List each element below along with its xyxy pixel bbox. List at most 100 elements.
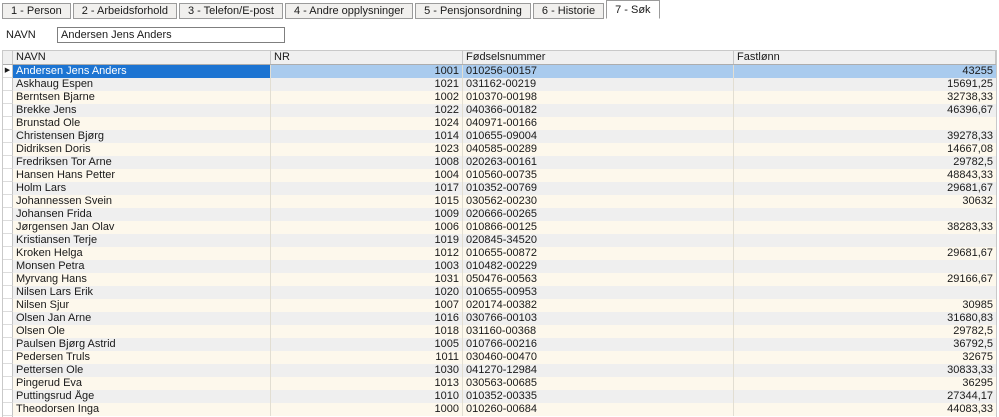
cell-nr[interactable]: 1014 <box>271 130 463 143</box>
column-header-fastlonn[interactable]: Fastlønn <box>734 51 996 64</box>
cell-nr[interactable]: 1018 <box>271 325 463 338</box>
cell-fodselsnummer[interactable]: 040971-00166 <box>463 117 734 130</box>
cell-fastlonn[interactable]: 39278,33 <box>734 130 996 143</box>
cell-navn[interactable]: Theodorsen Inga <box>13 403 271 416</box>
cell-fastlonn[interactable] <box>734 234 996 247</box>
cell-fastlonn[interactable] <box>734 260 996 273</box>
row-selector-cell[interactable] <box>3 260 13 273</box>
row-selector-cell[interactable] <box>3 182 13 195</box>
cell-fastlonn[interactable]: 46396,67 <box>734 104 996 117</box>
cell-fastlonn[interactable]: 44083,33 <box>734 403 996 416</box>
cell-nr[interactable]: 1023 <box>271 143 463 156</box>
row-selector-cell[interactable] <box>3 273 13 286</box>
cell-fodselsnummer[interactable]: 010866-00125 <box>463 221 734 234</box>
cell-navn[interactable]: Pingerud Eva <box>13 377 271 390</box>
table-row[interactable]: Berntsen Bjarne 1002 010370-00198 32738,33 <box>3 91 996 104</box>
cell-nr[interactable]: 1021 <box>271 78 463 91</box>
cell-navn[interactable]: Puttingsrud Åge <box>13 390 271 403</box>
table-row[interactable]: Myrvang Hans 1031 050476-00563 29166,67 <box>3 273 996 286</box>
cell-fastlonn[interactable]: 29681,67 <box>734 247 996 260</box>
cell-navn[interactable]: Pettersen Ole <box>13 364 271 377</box>
cell-navn[interactable]: Myrvang Hans <box>13 273 271 286</box>
cell-navn[interactable]: Holm Lars <box>13 182 271 195</box>
cell-navn[interactable]: Kristiansen Terje <box>13 234 271 247</box>
cell-fodselsnummer[interactable]: 010655-00872 <box>463 247 734 260</box>
cell-nr[interactable]: 1024 <box>271 117 463 130</box>
cell-fodselsnummer[interactable]: 010370-00198 <box>463 91 734 104</box>
table-row[interactable]: Pedersen Truls 1011 030460-00470 32675 <box>3 351 996 364</box>
cell-fodselsnummer[interactable]: 030562-00230 <box>463 195 734 208</box>
cell-navn[interactable]: Brunstad Ole <box>13 117 271 130</box>
cell-navn[interactable]: Askhaug Espen <box>13 78 271 91</box>
table-row[interactable]: Theodorsen Inga 1000 010260-00684 44083,33 <box>3 403 996 416</box>
cell-nr[interactable]: 1030 <box>271 364 463 377</box>
cell-fodselsnummer[interactable]: 010655-09004 <box>463 130 734 143</box>
tab-5[interactable]: 5 - Pensjonsordning <box>415 3 531 19</box>
cell-nr[interactable]: 1019 <box>271 234 463 247</box>
table-row[interactable]: Fredriksen Tor Arne 1008 020263-00161 29782… <box>3 156 996 169</box>
row-selector-cell[interactable] <box>3 156 13 169</box>
row-selector-cell[interactable] <box>3 130 13 143</box>
cell-navn[interactable]: Berntsen Bjarne <box>13 91 271 104</box>
table-row[interactable]: Jørgensen Jan Olav 1006 010866-00125 38283,… <box>3 221 996 234</box>
cell-fastlonn[interactable] <box>734 286 996 299</box>
row-selector-cell[interactable] <box>3 169 13 182</box>
tab-4[interactable]: 4 - Andre opplysninger <box>284 3 414 19</box>
row-selector-cell[interactable] <box>3 390 13 403</box>
cell-nr[interactable]: 1016 <box>271 312 463 325</box>
table-row[interactable]: Johansen Frida 1009 020666-00265 <box>3 208 996 221</box>
cell-fastlonn[interactable]: 30632 <box>734 195 996 208</box>
tab-1[interactable]: 1 - Person <box>2 3 71 19</box>
cell-fastlonn[interactable]: 29166,67 <box>734 273 996 286</box>
tab-2[interactable]: 2 - Arbeidsforhold <box>72 3 177 19</box>
cell-navn[interactable]: Kroken Helga <box>13 247 271 260</box>
column-header-fodselsnummer[interactable]: Fødselsnummer <box>463 51 734 64</box>
cell-fastlonn[interactable]: 36295 <box>734 377 996 390</box>
cell-nr[interactable]: 1001 <box>271 65 463 78</box>
table-row[interactable]: Christensen Bjørg 1014 010655-09004 39278,3… <box>3 130 996 143</box>
row-selector-cell[interactable] <box>3 377 13 390</box>
cell-nr[interactable]: 1003 <box>271 260 463 273</box>
table-row[interactable]: Hansen Hans Petter 1004 010560-00735 48843,… <box>3 169 996 182</box>
table-row[interactable]: Johannessen Svein 1015 030562-00230 30632 <box>3 195 996 208</box>
cell-fodselsnummer[interactable]: 020174-00382 <box>463 299 734 312</box>
cell-fodselsnummer[interactable]: 010655-00953 <box>463 286 734 299</box>
row-selector-cell[interactable] <box>3 221 13 234</box>
cell-nr[interactable]: 1004 <box>271 169 463 182</box>
cell-fastlonn[interactable] <box>734 208 996 221</box>
cell-navn[interactable]: Christensen Bjørg <box>13 130 271 143</box>
cell-fodselsnummer[interactable]: 010256-00157 <box>463 65 734 78</box>
cell-fodselsnummer[interactable]: 030766-00103 <box>463 312 734 325</box>
row-selector-cell[interactable] <box>3 117 13 130</box>
cell-navn[interactable]: Hansen Hans Petter <box>13 169 271 182</box>
cell-fastlonn[interactable]: 43255 <box>734 65 996 78</box>
cell-nr[interactable]: 1031 <box>271 273 463 286</box>
cell-fastlonn[interactable]: 36792,5 <box>734 338 996 351</box>
table-row[interactable]: Holm Lars 1017 010352-00769 29681,67 <box>3 182 996 195</box>
cell-navn[interactable]: Didriksen Doris <box>13 143 271 156</box>
row-selector-cell[interactable] <box>3 143 13 156</box>
cell-nr[interactable]: 1007 <box>271 299 463 312</box>
table-row[interactable]: ▶ Andersen Jens Anders 1001 010256-00157 432… <box>3 65 996 78</box>
cell-fastlonn[interactable]: 48843,33 <box>734 169 996 182</box>
cell-navn[interactable]: Nilsen Lars Erik <box>13 286 271 299</box>
cell-nr[interactable]: 1020 <box>271 286 463 299</box>
cell-fastlonn[interactable]: 32738,33 <box>734 91 996 104</box>
table-row[interactable]: Brekke Jens 1022 040366-00182 46396,67 <box>3 104 996 117</box>
cell-nr[interactable]: 1011 <box>271 351 463 364</box>
table-row[interactable]: Olsen Ole 1018 031160-00368 29782,5 <box>3 325 996 338</box>
cell-fastlonn[interactable]: 30985 <box>734 299 996 312</box>
cell-fodselsnummer[interactable]: 010766-00216 <box>463 338 734 351</box>
cell-navn[interactable]: Brekke Jens <box>13 104 271 117</box>
row-selector-cell[interactable] <box>3 351 13 364</box>
table-row[interactable]: Didriksen Doris 1023 040585-00289 14667,08 <box>3 143 996 156</box>
current-row-marker[interactable]: ▶ <box>3 65 13 78</box>
table-row[interactable]: Pettersen Ole 1030 041270-12984 30833,33 <box>3 364 996 377</box>
cell-fastlonn[interactable]: 29782,5 <box>734 325 996 338</box>
cell-nr[interactable]: 1017 <box>271 182 463 195</box>
cell-nr[interactable]: 1000 <box>271 403 463 416</box>
cell-fastlonn[interactable]: 29681,67 <box>734 182 996 195</box>
cell-fastlonn[interactable]: 27344,17 <box>734 390 996 403</box>
cell-navn[interactable]: Andersen Jens Anders <box>13 65 271 78</box>
row-selector-cell[interactable] <box>3 403 13 416</box>
